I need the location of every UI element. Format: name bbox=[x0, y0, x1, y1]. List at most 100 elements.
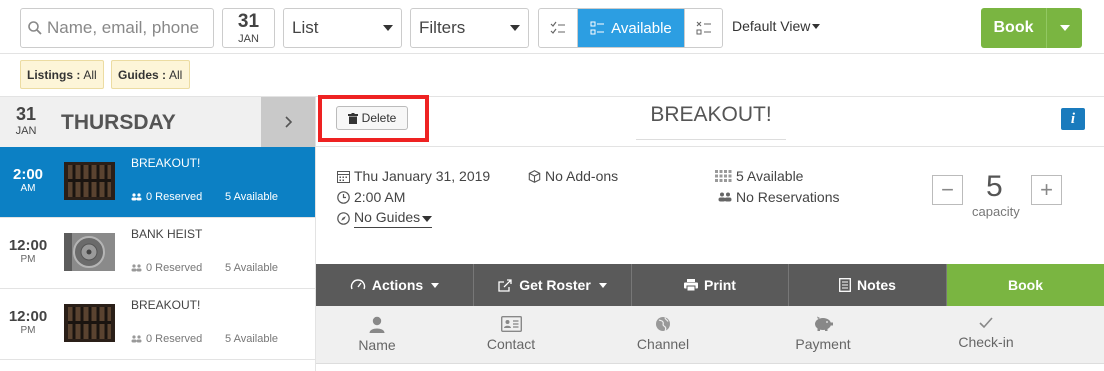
day-month: JAN bbox=[15, 125, 37, 137]
event-date: Thu January 31, 2019 bbox=[337, 168, 490, 184]
globe-icon bbox=[656, 317, 670, 332]
reservations-text: No Reservations bbox=[736, 189, 840, 205]
listings-filter-chip[interactable]: Listings : All bbox=[20, 60, 104, 89]
slot-name: BREAKOUT! bbox=[131, 298, 201, 312]
listing-thumbnail bbox=[64, 304, 115, 342]
contact-card-icon bbox=[500, 316, 522, 332]
list-item[interactable]: 2:00 AM BREAKOUT! 0 Reserved 5 Available bbox=[0, 147, 316, 218]
user-icon bbox=[369, 316, 385, 333]
checkmark-icon bbox=[979, 317, 993, 329]
notes-icon bbox=[839, 278, 851, 292]
event-time-text: 2:00 AM bbox=[354, 189, 406, 205]
filters-select[interactable]: Filters bbox=[410, 8, 529, 48]
list-item[interactable]: 12:00 PM BANK HEIST 0 Reserved 5 Availabl… bbox=[0, 218, 316, 289]
guides-filter-label: Guides : bbox=[118, 67, 167, 82]
list-item[interactable]: 12:00 PM BREAKOUT! 0 Reserved 5 Available bbox=[0, 289, 316, 360]
info-icon: i bbox=[1070, 110, 1076, 127]
chevron-down-icon bbox=[598, 282, 607, 288]
slot-hour: 12:00 bbox=[8, 237, 48, 254]
people-icon bbox=[131, 264, 142, 272]
divider bbox=[636, 139, 786, 140]
chevron-down-icon bbox=[510, 25, 520, 31]
chevron-down-icon bbox=[431, 282, 440, 288]
search-icon bbox=[28, 21, 42, 35]
guides-dropdown[interactable]: No Guides bbox=[354, 209, 433, 228]
search-input[interactable]: Name, email, phone bbox=[20, 8, 214, 48]
column-contact-label: Contact bbox=[486, 336, 536, 352]
slot-available: 5 Available bbox=[225, 191, 279, 203]
checklist-icon bbox=[550, 21, 565, 34]
page-title: BREAKOUT! bbox=[650, 103, 772, 126]
box-icon bbox=[528, 169, 541, 183]
slot-name: BANK HEIST bbox=[131, 227, 203, 241]
piggy-bank-icon bbox=[815, 316, 833, 331]
listings-filter-label: Listings : bbox=[27, 67, 81, 82]
addons-text: No Add-ons bbox=[545, 168, 619, 184]
book-dropdown-button[interactable] bbox=[1047, 8, 1082, 48]
book-button[interactable]: Book bbox=[981, 8, 1047, 48]
capacity-label: capacity bbox=[972, 204, 1020, 219]
checklist-x-icon bbox=[696, 21, 711, 35]
unavailable-filter-button[interactable] bbox=[684, 9, 722, 47]
filters-value: Filters bbox=[419, 18, 466, 37]
next-day-button[interactable] bbox=[261, 97, 316, 147]
column-contact[interactable]: Contact bbox=[451, 306, 571, 352]
capacity-increase-button[interactable]: + bbox=[1031, 175, 1062, 205]
column-check-in[interactable]: Check-in bbox=[926, 306, 1046, 350]
notes-label: Notes bbox=[857, 277, 896, 293]
slot-hour: 2:00 bbox=[12, 166, 44, 183]
all-filter-button[interactable] bbox=[539, 9, 578, 47]
column-channel[interactable]: Channel bbox=[603, 306, 723, 352]
chevron-down-icon bbox=[422, 216, 433, 222]
capacity-decrease-button[interactable]: − bbox=[932, 175, 963, 205]
column-payment[interactable]: Payment bbox=[763, 306, 883, 352]
column-name[interactable]: Name bbox=[317, 306, 437, 353]
column-channel-label: Channel bbox=[636, 336, 690, 352]
divider bbox=[316, 146, 1104, 147]
book-action-button[interactable]: Book bbox=[947, 264, 1104, 306]
available-count-text: 5 Available bbox=[736, 168, 804, 184]
chevron-down-icon bbox=[383, 25, 393, 31]
book-action-label: Book bbox=[1008, 277, 1043, 293]
clock-icon bbox=[337, 190, 350, 204]
date-picker-button[interactable]: 31 JAN bbox=[222, 8, 275, 48]
guides-filter-chip[interactable]: Guides : All bbox=[111, 60, 190, 89]
available-filter-button[interactable]: Available bbox=[577, 9, 685, 47]
people-icon bbox=[131, 193, 142, 201]
view-mode-select[interactable]: List bbox=[283, 8, 402, 48]
print-button[interactable]: Print bbox=[632, 264, 789, 306]
highlight-box bbox=[318, 95, 429, 142]
get-roster-label: Get Roster bbox=[519, 277, 591, 293]
date-day: 31 bbox=[237, 11, 260, 32]
action-bar: Actions Get Roster Print Notes Book bbox=[316, 264, 1104, 306]
slot-ampm: PM bbox=[20, 254, 36, 265]
column-check-in-label: Check-in bbox=[958, 334, 1014, 350]
calendar-icon bbox=[337, 170, 350, 183]
column-payment-label: Payment bbox=[795, 336, 851, 352]
guides-filter-value: All bbox=[169, 67, 183, 82]
slot-ampm: AM bbox=[20, 183, 36, 194]
get-roster-button[interactable]: Get Roster bbox=[474, 264, 632, 306]
plus-icon: + bbox=[1040, 177, 1053, 202]
info-button[interactable]: i bbox=[1061, 108, 1085, 130]
slot-reserved: 0 Reserved bbox=[146, 333, 203, 345]
chevron-down-icon bbox=[1059, 25, 1070, 31]
listing-thumbnail bbox=[64, 162, 115, 200]
event-date-text: Thu January 31, 2019 bbox=[354, 168, 491, 184]
event-time: 2:00 AM bbox=[337, 189, 405, 205]
day-number: 31 bbox=[15, 104, 37, 124]
chevron-right-icon bbox=[284, 116, 292, 128]
slot-ampm: PM bbox=[20, 325, 36, 336]
actions-button[interactable]: Actions bbox=[316, 264, 474, 306]
notes-button[interactable]: Notes bbox=[789, 264, 947, 306]
slot-available: 5 Available bbox=[225, 333, 279, 345]
default-view-dropdown[interactable]: Default View bbox=[732, 18, 821, 34]
actions-label: Actions bbox=[371, 277, 424, 293]
guides-row: No Guides bbox=[337, 209, 433, 228]
search-placeholder: Name, email, phone bbox=[47, 18, 200, 37]
slot-hour: 12:00 bbox=[8, 308, 48, 325]
roster-table-header: Name Contact Channel Payment Check-in bbox=[316, 306, 1104, 364]
default-view-label: Default View bbox=[732, 18, 811, 34]
guides-value: No Guides bbox=[354, 209, 421, 225]
date-month: JAN bbox=[238, 33, 259, 45]
